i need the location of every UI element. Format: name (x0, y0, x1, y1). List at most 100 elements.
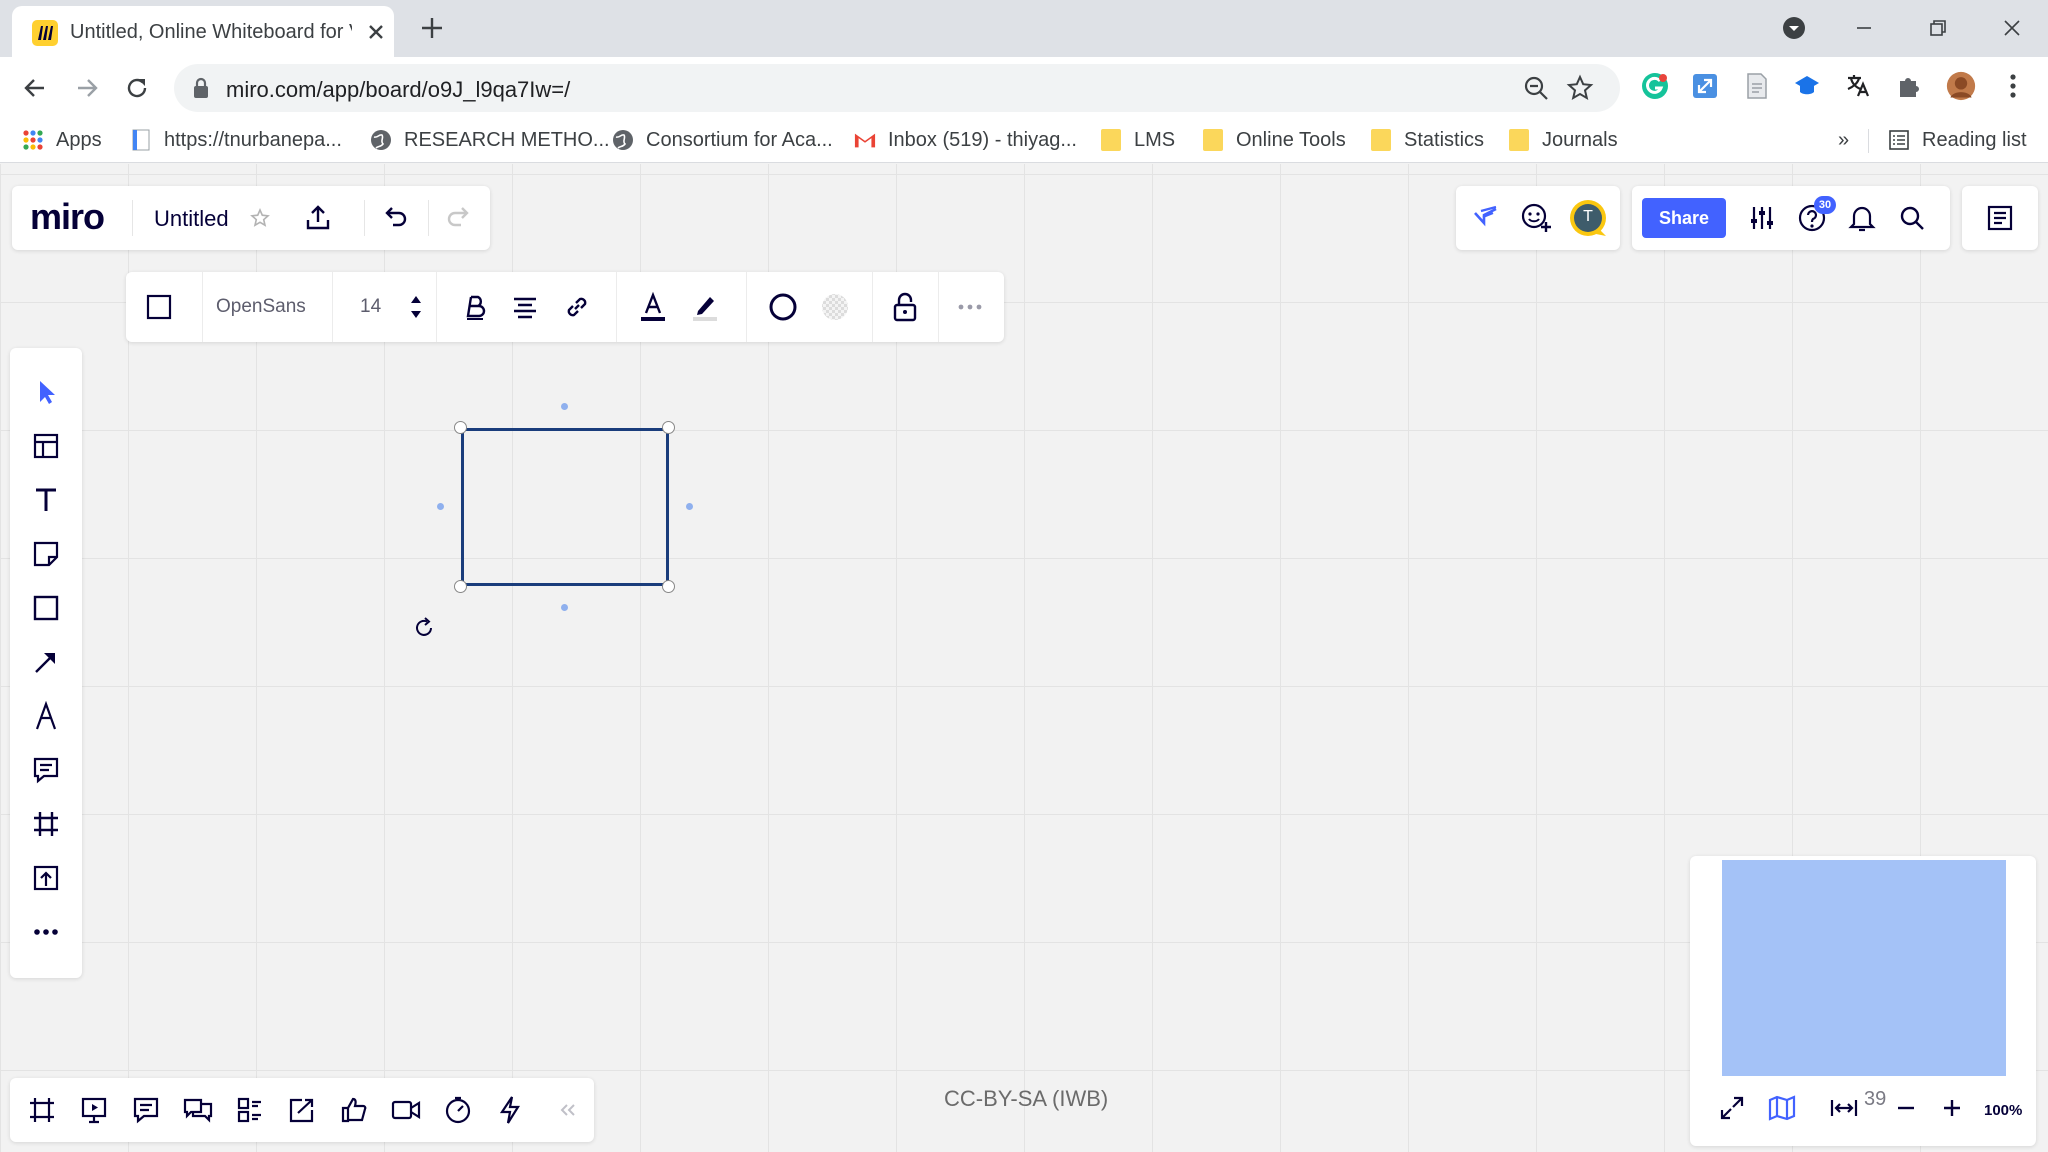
rotate-handle-icon[interactable] (410, 614, 438, 642)
link-icon[interactable] (562, 292, 592, 322)
text-tool-icon[interactable] (28, 482, 64, 518)
lock-icon[interactable] (192, 77, 210, 99)
close-window-icon[interactable] (1992, 10, 2032, 46)
text-color-icon[interactable] (636, 290, 670, 324)
back-arrow-icon[interactable] (18, 71, 52, 105)
miro-logo[interactable]: miro (30, 196, 105, 238)
selected-rectangle-shape[interactable] (461, 428, 669, 586)
more-tools-icon[interactable] (28, 914, 64, 950)
connection-line-icon[interactable] (28, 644, 64, 680)
bookmark-gmail-inbox[interactable]: Inbox (519) - thiyag... (854, 125, 1077, 155)
sticky-note-icon[interactable] (28, 536, 64, 572)
lightning-icon[interactable] (492, 1092, 528, 1128)
minimap-viewport[interactable] (1722, 860, 2006, 1076)
frame-icon[interactable] (28, 806, 64, 842)
reading-list-button[interactable]: Reading list (1888, 125, 2027, 155)
export-upload-icon[interactable] (302, 202, 334, 234)
minimap-map-icon[interactable] (1766, 1092, 1798, 1124)
share-button[interactable]: Share (1642, 198, 1726, 238)
bookmark-research-methods[interactable]: RESEARCH METHO... (370, 125, 610, 155)
presentation-icon[interactable] (76, 1092, 112, 1128)
notifications-bell-icon[interactable] (1844, 200, 1880, 236)
comment-icon[interactable] (28, 752, 64, 788)
invite-user-icon[interactable] (1518, 200, 1554, 236)
connector-point-top[interactable] (561, 403, 568, 410)
undo-icon[interactable] (380, 202, 412, 234)
zoom-magnifier-icon[interactable] (1522, 74, 1550, 102)
chat-icon[interactable] (180, 1092, 216, 1128)
translate-extension-icon[interactable] (1842, 71, 1872, 101)
connector-point-right[interactable] (686, 503, 693, 510)
zoom-level[interactable]: 100% (1984, 1102, 2022, 1119)
templates-icon[interactable] (28, 428, 64, 464)
redo-icon[interactable] (442, 202, 474, 234)
fill-color-transparent-icon[interactable] (818, 290, 852, 324)
user-avatar[interactable]: T (1568, 198, 1608, 238)
zoom-out-icon[interactable] (1890, 1092, 1922, 1124)
frames-icon[interactable] (24, 1092, 60, 1128)
url-text[interactable]: miro.com/app/board/o9J_l9qa7Iw=/ (226, 77, 570, 103)
fit-to-screen-icon[interactable] (1828, 1092, 1860, 1124)
resize-extension-icon[interactable] (1690, 71, 1720, 101)
bookmark-tnurbanepa[interactable]: https://tnurbanepa... (130, 125, 342, 155)
tab-close-icon[interactable] (364, 20, 388, 44)
share-screen-icon[interactable] (284, 1092, 320, 1128)
video-call-icon[interactable] (388, 1092, 424, 1128)
bookmark-folder-statistics[interactable]: Statistics (1370, 125, 1484, 155)
voting-thumbs-up-icon[interactable] (336, 1092, 372, 1128)
zoom-in-icon[interactable] (1936, 1092, 1968, 1124)
browser-tab[interactable]: Untitled, Online Whiteboard for V (12, 6, 394, 57)
resize-handle-top-left[interactable] (454, 421, 467, 434)
font-family-select[interactable]: OpenSans (216, 296, 306, 318)
border-style-icon[interactable] (766, 290, 800, 324)
graduation-cap-extension-icon[interactable] (1792, 71, 1822, 101)
chrome-menu-icon[interactable] (1998, 71, 2028, 101)
tab-search-icon[interactable] (1774, 10, 1814, 46)
forward-arrow-icon[interactable] (70, 71, 104, 105)
collapse-chevrons-icon[interactable] (550, 1094, 586, 1126)
font-size-stepper-icon[interactable] (406, 290, 426, 324)
font-size-input[interactable]: 14 (360, 296, 381, 318)
document-extension-icon[interactable] (1742, 71, 1772, 101)
address-bar[interactable]: miro.com/app/board/o9J_l9qa7Iw=/ (174, 64, 1620, 112)
bookmark-folder-journals[interactable]: Journals (1508, 125, 1618, 155)
comments-icon[interactable] (128, 1092, 164, 1128)
reactions-icon[interactable] (1468, 200, 1504, 236)
bookmark-folder-lms[interactable]: LMS (1100, 125, 1175, 155)
connector-point-bottom[interactable] (561, 604, 568, 611)
board-name[interactable]: Untitled (154, 206, 229, 232)
extensions-puzzle-icon[interactable] (1894, 71, 1924, 101)
new-tab-icon[interactable] (418, 14, 446, 42)
upload-icon[interactable] (28, 860, 64, 896)
favorite-star-icon[interactable] (248, 206, 272, 230)
restore-icon[interactable] (1918, 10, 1958, 46)
resize-handle-bottom-right[interactable] (662, 580, 675, 593)
minimize-icon[interactable] (1844, 10, 1884, 46)
resize-handle-bottom-left[interactable] (454, 580, 467, 593)
resize-handle-top-right[interactable] (662, 421, 675, 434)
timer-icon[interactable] (440, 1092, 476, 1128)
fullscreen-expand-icon[interactable] (1716, 1092, 1748, 1124)
bold-icon[interactable] (460, 292, 490, 322)
profile-avatar[interactable] (1946, 71, 1976, 101)
bookmark-folder-online-tools[interactable]: Online Tools (1202, 125, 1346, 155)
select-cursor-icon[interactable] (28, 374, 64, 410)
more-options-icon[interactable] (954, 292, 986, 322)
shape-tool-icon[interactable] (28, 590, 64, 626)
search-icon[interactable] (1894, 200, 1930, 236)
bookmark-apps[interactable]: Apps (22, 125, 102, 155)
reload-icon[interactable] (120, 71, 154, 105)
bookmark-consortium[interactable]: Consortium for Aca... (612, 125, 833, 155)
shape-type-square-icon[interactable] (144, 292, 174, 322)
highlight-color-icon[interactable] (688, 290, 722, 324)
lock-icon[interactable] (888, 290, 922, 324)
pen-icon[interactable] (28, 698, 64, 734)
text-align-icon[interactable] (510, 292, 540, 322)
settings-sliders-icon[interactable] (1744, 200, 1780, 236)
board-menu-list-icon[interactable] (1982, 200, 2018, 236)
cards-icon[interactable] (232, 1092, 268, 1128)
grammarly-extension-icon[interactable] (1640, 71, 1670, 101)
more-bookmarks-chevron[interactable]: » (1838, 125, 1849, 155)
bookmark-star-icon[interactable] (1566, 74, 1594, 102)
connector-point-left[interactable] (437, 503, 444, 510)
